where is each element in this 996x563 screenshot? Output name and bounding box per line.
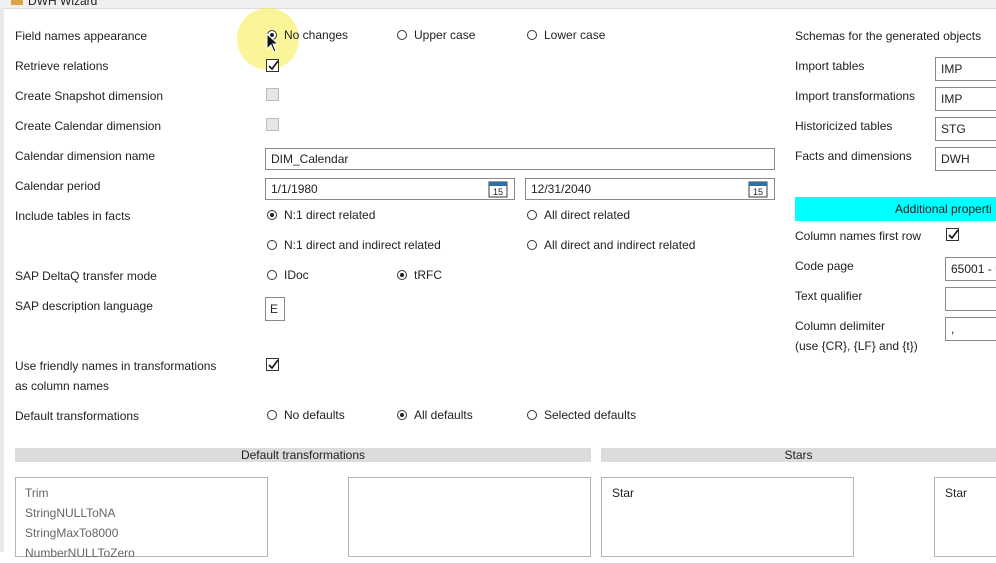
historicized-tables-label: Historicized tables: [795, 119, 893, 133]
list-item[interactable]: NumberNULLToZero: [25, 543, 267, 563]
stars-list-1[interactable]: Star: [601, 477, 854, 557]
import-tables-label: Import tables: [795, 59, 865, 73]
retrieve-relations-label: Retrieve relations: [15, 59, 109, 73]
default-transformations-label: Default transformations: [15, 409, 140, 423]
calendar-to-field[interactable]: 12/31/2040: [525, 178, 775, 200]
code-page-label: Code page: [795, 259, 854, 273]
calendar-from-picker-icon[interactable]: 15: [488, 180, 508, 198]
sap-language-label: SAP description language: [15, 299, 153, 313]
calendar-from-field[interactable]: 1/1/1980: [265, 178, 515, 200]
radio-upper-case-label: Upper case: [414, 28, 476, 42]
radio-idoc[interactable]: [267, 270, 277, 280]
column-delimiter-label: Column delimiter: [795, 319, 886, 333]
window-title: DWH Wizard: [28, 0, 98, 8]
code-page-select[interactable]: 65001 - U: [945, 257, 996, 281]
svg-text:15: 15: [493, 187, 503, 197]
radio-all-direct-label: All direct related: [544, 208, 631, 222]
friendly-names-label-1: Use friendly names in transformations: [15, 359, 217, 373]
column-delimiter-hint: (use {CR}, {LF} and {t}): [795, 339, 918, 353]
create-calendar-label: Create Calendar dimension: [15, 119, 162, 133]
historicized-tables-field[interactable]: STG: [935, 117, 996, 141]
app-icon: [10, 0, 24, 6]
stars-header: Stars: [601, 448, 996, 462]
friendly-names-checkbox[interactable]: [266, 358, 279, 371]
radio-selected-defaults[interactable]: [527, 410, 537, 420]
create-calendar-checkbox[interactable]: [266, 118, 279, 131]
title-bar: [0, 0, 996, 9]
sap-language-field[interactable]: E: [265, 297, 285, 321]
column-names-first-row-checkbox[interactable]: [946, 228, 959, 241]
schemas-heading: Schemas for the generated objects: [795, 29, 982, 43]
radio-no-defaults-label: No defaults: [284, 408, 345, 422]
sap-deltaq-label: SAP DeltaQ transfer mode: [15, 269, 157, 283]
facts-dimensions-field[interactable]: DWH: [935, 147, 996, 171]
radio-all-defaults-label: All defaults: [414, 408, 473, 422]
stars-list-2[interactable]: Star: [934, 477, 996, 557]
radio-all-defaults[interactable]: [397, 410, 407, 420]
stars-list-1-header: Star: [612, 486, 635, 500]
radio-trfc[interactable]: [397, 270, 407, 280]
radio-upper-case[interactable]: [397, 30, 407, 40]
import-tables-field[interactable]: IMP: [935, 57, 996, 81]
field-names-appearance-label: Field names appearance: [15, 29, 148, 43]
import-transformations-label: Import transformations: [795, 89, 916, 103]
calendar-period-label: Calendar period: [15, 179, 101, 193]
radio-lower-case[interactable]: [527, 30, 537, 40]
text-qualifier-field[interactable]: [945, 287, 996, 311]
radio-idoc-label: IDoc: [284, 268, 309, 282]
radio-no-defaults[interactable]: [267, 410, 277, 420]
calendar-to-picker-icon[interactable]: 15: [748, 180, 768, 198]
additional-properties-header: Additional properti: [795, 197, 996, 221]
list-item[interactable]: StringMaxTo8000: [25, 523, 267, 543]
retrieve-relations-checkbox[interactable]: [266, 59, 279, 72]
radio-trfc-label: tRFC: [414, 268, 442, 282]
column-names-first-row-label: Column names first row: [795, 229, 922, 243]
calendar-dimension-name-field[interactable]: DIM_Calendar: [265, 148, 775, 170]
text-qualifier-label: Text qualifier: [795, 289, 863, 303]
create-snapshot-label: Create Snapshot dimension: [15, 89, 164, 103]
radio-n1-direct-indirect-label: N:1 direct and indirect related: [284, 238, 441, 252]
radio-all-direct[interactable]: [527, 210, 537, 220]
radio-n1-direct[interactable]: [267, 210, 277, 220]
radio-lower-case-label: Lower case: [544, 28, 606, 42]
create-snapshot-checkbox[interactable]: [266, 88, 279, 101]
radio-all-direct-indirect[interactable]: [527, 240, 537, 250]
column-delimiter-field[interactable]: ,: [945, 317, 996, 341]
calendar-dimension-name-label: Calendar dimension name: [15, 149, 156, 163]
svg-text:15: 15: [753, 187, 763, 197]
facts-dimensions-label: Facts and dimensions: [795, 149, 912, 163]
radio-n1-direct-label: N:1 direct related: [284, 208, 376, 222]
radio-all-direct-indirect-label: All direct and indirect related: [544, 238, 696, 252]
radio-no-changes-label: No changes: [284, 28, 349, 42]
list-item[interactable]: Trim: [25, 483, 267, 503]
left-edge: [0, 8, 4, 552]
include-tables-label: Include tables in facts: [15, 209, 131, 223]
radio-selected-defaults-label: Selected defaults: [544, 408, 637, 422]
friendly-names-label-2: as column names: [15, 379, 110, 393]
radio-n1-direct-indirect[interactable]: [267, 240, 277, 250]
default-transformations-list[interactable]: Trim StringNULLToNA StringMaxTo8000 Numb…: [15, 477, 268, 560]
import-transformations-field[interactable]: IMP: [935, 87, 996, 111]
selected-transformations-list[interactable]: [348, 477, 591, 557]
default-transformations-header: Default transformations: [15, 448, 591, 462]
mouse-cursor-icon: [266, 32, 280, 56]
stars-list-2-header: Star: [945, 486, 968, 500]
list-item[interactable]: StringNULLToNA: [25, 503, 267, 523]
